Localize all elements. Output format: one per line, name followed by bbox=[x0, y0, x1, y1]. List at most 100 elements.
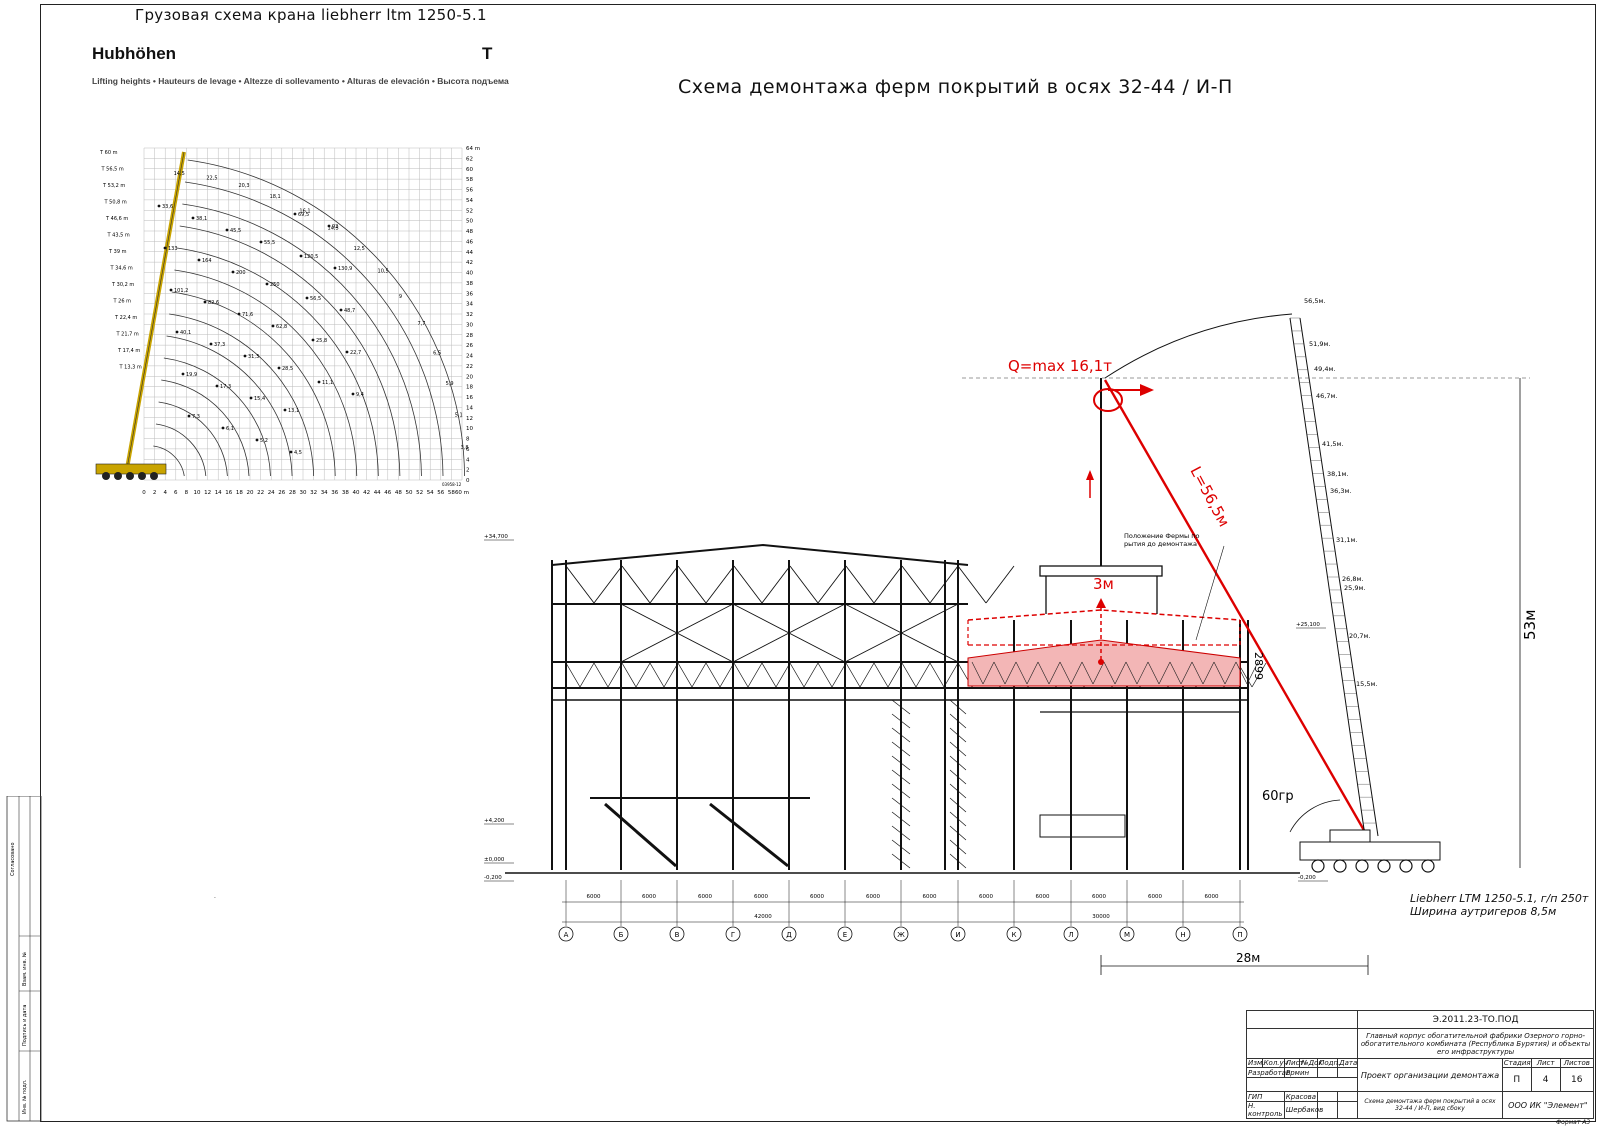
point-marker bbox=[249, 396, 253, 400]
stamp-h-koluch: Кол.уч bbox=[1261, 1058, 1288, 1068]
y-tick-label: 64 m bbox=[466, 146, 480, 152]
crane-wheel bbox=[1377, 859, 1391, 873]
x-tick-label: 26 bbox=[278, 490, 285, 496]
dim-value: 6000 bbox=[866, 894, 880, 900]
y-tick-label: 48 bbox=[466, 229, 473, 235]
dim-value: 6000 bbox=[810, 894, 824, 900]
lift-point bbox=[1098, 659, 1104, 665]
axis-label: Д bbox=[786, 931, 792, 939]
y-tick-label: 12 bbox=[466, 416, 473, 422]
y-tick-label: 2 bbox=[466, 468, 470, 474]
x-tick-label: 36 bbox=[331, 490, 338, 496]
window-band bbox=[1039, 814, 1126, 838]
point-marker bbox=[181, 372, 185, 376]
axis-label: Н bbox=[1180, 931, 1185, 939]
x-tick-label: 28 bbox=[289, 490, 296, 496]
dim-value: 6000 bbox=[642, 894, 656, 900]
crane-wheel bbox=[1355, 859, 1369, 873]
lift-height-label: 3м bbox=[1093, 575, 1114, 593]
level-mark: +34,700 bbox=[484, 534, 508, 540]
x-tick-label: 46 bbox=[384, 490, 391, 496]
x-tick-label: 2 bbox=[153, 490, 157, 496]
stamp-h-podp: Подп. bbox=[1317, 1058, 1341, 1068]
truss-diagonal bbox=[719, 662, 735, 688]
level-mark: +4,200 bbox=[484, 818, 505, 824]
x-tick-label: 34 bbox=[321, 490, 328, 496]
crane-model-line2: Ширина аутригеров 8,5м bbox=[1410, 905, 1557, 918]
stamp-company: ООО ИК "Элемент" bbox=[1501, 1091, 1595, 1119]
x-tick-label: 18 bbox=[236, 490, 243, 496]
x-tick-label: 48 bbox=[395, 490, 402, 496]
y-tick-label: 56 bbox=[466, 188, 473, 194]
drawing-title: Схема демонтажа ферм покрытий в осях 32-… bbox=[678, 76, 1233, 98]
crane-chart-title: Грузовая схема крана liebherr ltm 1250-5… bbox=[135, 6, 487, 24]
x-tick-label: 16 bbox=[225, 490, 232, 496]
mast-height-label: 20,7м. bbox=[1349, 632, 1370, 640]
mast-height-label: 25,9м. bbox=[1344, 584, 1365, 592]
dim-value: 6000 bbox=[1148, 894, 1162, 900]
chart-heading: Hubhöhen bbox=[92, 44, 177, 63]
truss-diagonal bbox=[691, 662, 707, 688]
point-value: 37,3 bbox=[214, 342, 225, 348]
truss-diagonal bbox=[649, 565, 679, 604]
truss-diagonal bbox=[747, 662, 763, 688]
level-mark: ±0,000 bbox=[484, 857, 505, 863]
mast-height-label: 36,3м. bbox=[1330, 487, 1351, 495]
truss-diagonal bbox=[901, 565, 931, 604]
crane-wheel bbox=[138, 472, 146, 480]
crane-wheel bbox=[1421, 859, 1435, 873]
truss-diagonal bbox=[761, 565, 791, 604]
boom-length-label: T 17,4 m bbox=[117, 348, 140, 354]
y-tick-label: 58 bbox=[466, 177, 473, 183]
point-marker bbox=[299, 254, 303, 258]
truss-diagonal bbox=[817, 565, 847, 604]
point-value: 82,6 bbox=[208, 300, 219, 306]
stamp-dev-name: Ермин bbox=[1283, 1067, 1319, 1078]
point-marker bbox=[333, 266, 337, 270]
chart-unit: T bbox=[482, 44, 493, 63]
boom-length-label: T 43,5 m bbox=[107, 233, 130, 239]
mast-height-label: 49,4м. bbox=[1314, 365, 1335, 373]
point-value: 31,3 bbox=[248, 354, 259, 360]
y-tick-label: 0 bbox=[466, 478, 470, 484]
dim-value: 6000 bbox=[587, 894, 601, 900]
point-value: 7,3 bbox=[192, 414, 200, 420]
axis-label: И bbox=[955, 931, 960, 939]
y-tick-label: 8 bbox=[466, 437, 470, 443]
crane-model-note: Liebherr LTM 1250-5.1, г/п 250т Ширина а… bbox=[1410, 892, 1588, 918]
truss-diagonal bbox=[705, 565, 735, 604]
dim-value: 6000 bbox=[754, 894, 768, 900]
axis-label: В bbox=[675, 931, 680, 939]
stamp-h-sheets: Листов bbox=[1559, 1058, 1595, 1068]
point-marker bbox=[259, 240, 263, 244]
point-marker bbox=[221, 426, 225, 430]
point-value: 17,3 bbox=[220, 384, 231, 390]
point-marker bbox=[289, 450, 293, 454]
boom-length-label: T 13,3 m bbox=[119, 365, 142, 371]
truss-diagonal bbox=[859, 662, 875, 688]
truss-diagonal bbox=[733, 662, 749, 688]
crane-cab bbox=[1329, 829, 1371, 843]
boom-length-label: T 39 m bbox=[108, 249, 127, 255]
x-tick-label: 60 m bbox=[455, 490, 469, 496]
stamp-sheets: 16 bbox=[1559, 1067, 1595, 1092]
point-value: 9,4 bbox=[356, 392, 364, 398]
point-marker bbox=[265, 282, 269, 286]
dim-value: 6000 bbox=[1036, 894, 1050, 900]
dim-value: 6000 bbox=[979, 894, 993, 900]
point-value: 33,6 bbox=[162, 204, 173, 210]
y-tick-label: 54 bbox=[466, 198, 473, 204]
truss-diagonal bbox=[663, 662, 679, 688]
y-tick-label: 50 bbox=[466, 219, 473, 225]
y-tick-label: 62 bbox=[466, 156, 473, 162]
point-value: 25,8 bbox=[316, 338, 327, 344]
point-marker bbox=[215, 384, 219, 388]
truss-diagonal bbox=[593, 565, 623, 604]
mast-height-label: 38,1м. bbox=[1327, 470, 1348, 478]
crane-jib bbox=[1104, 313, 1293, 379]
point-marker bbox=[191, 216, 195, 220]
stamp-code: Э.2011.23-ТО.ПОД bbox=[1357, 1010, 1594, 1029]
point-value: 28,5 bbox=[282, 366, 293, 372]
boom-length-label: T 22,4 m bbox=[114, 315, 137, 321]
y-tick-label: 10 bbox=[466, 426, 473, 432]
